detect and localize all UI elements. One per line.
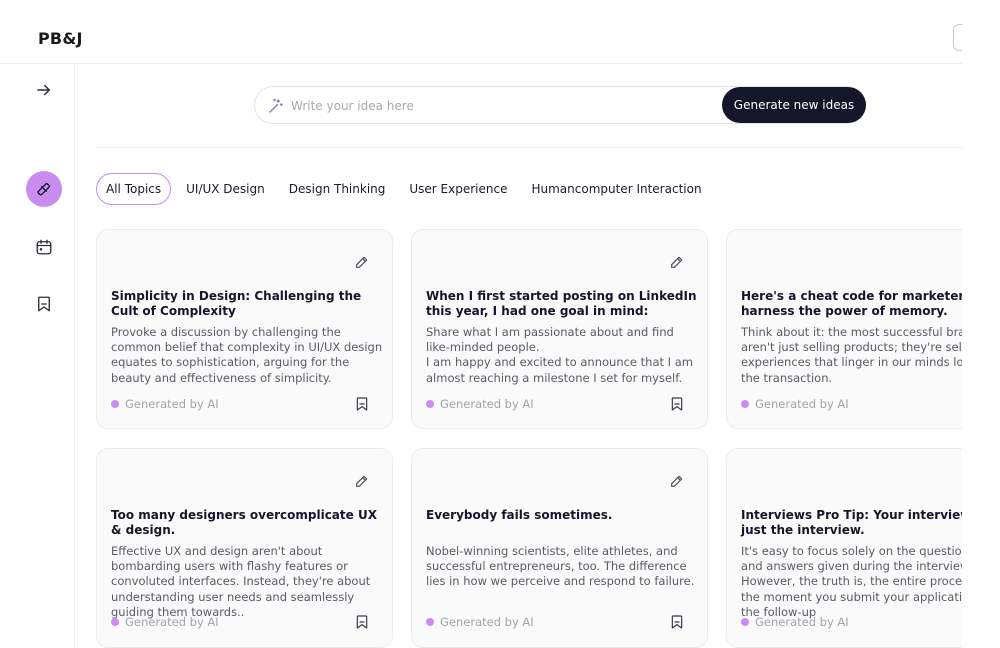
expand-sidebar-button[interactable] [26, 72, 62, 108]
idea-card[interactable]: Too many designers overcomplicate UX & d… [96, 448, 393, 648]
tab-design-thinking[interactable]: Design Thinking [277, 173, 398, 205]
tab-ui-ux-design[interactable]: UI/UX Design [174, 173, 277, 205]
brand-logo[interactable]: PB&J [38, 29, 83, 48]
ai-indicator-dot [741, 400, 749, 408]
header-action-button[interactable] [953, 24, 962, 51]
card-footer-label: Generated by AI [125, 615, 219, 629]
card-body: It's easy to focus solely on the questio… [741, 544, 962, 619]
card-title: Too many designers overcomplicate UX & d… [111, 508, 377, 537]
idea-input[interactable] [291, 96, 711, 116]
bookmark-icon[interactable] [354, 395, 370, 413]
card-footer-label: Generated by AI [440, 397, 534, 411]
card-footer-label: Generated by AI [755, 397, 849, 411]
bookmark-icon [38, 296, 50, 312]
idea-card[interactable]: Everybody fails sometimes. Nobel-winning… [411, 448, 708, 648]
tab-humancomputer-interaction[interactable]: Humancomputer Interaction [519, 173, 713, 205]
bookmark-icon[interactable] [669, 395, 685, 413]
app-viewport: PB&J Generate new ideas All Topics UI/UX… [0, 0, 962, 648]
pencil-icon[interactable] [669, 473, 685, 489]
ai-indicator-dot [741, 618, 749, 626]
pencil-icon[interactable] [669, 254, 685, 270]
sidebar-item-calendar[interactable] [26, 229, 62, 265]
wand-icon [37, 182, 51, 196]
pencil-icon[interactable] [354, 254, 370, 270]
tab-all-topics[interactable]: All Topics [96, 173, 172, 205]
card-body: Provoke a discussion by challenging the … [111, 325, 383, 385]
card-footer-label: Generated by AI [125, 397, 219, 411]
generate-ideas-button[interactable]: Generate new ideas [722, 87, 866, 123]
card-body: Think about it: the most successful bran… [741, 325, 962, 385]
top-header: PB&J [0, 0, 962, 64]
magic-wand-icon [269, 98, 283, 113]
bookmark-icon[interactable] [669, 613, 685, 631]
calendar-icon [36, 239, 52, 255]
card-title: Simplicity in Design: Challenging the Cu… [111, 289, 362, 318]
sidebar-item-ideas[interactable] [26, 171, 62, 207]
pencil-icon[interactable] [354, 473, 370, 489]
ai-indicator-dot [426, 618, 434, 626]
card-footer-label: Generated by AI [440, 615, 534, 629]
content-divider [96, 147, 962, 148]
ai-indicator-dot [426, 400, 434, 408]
card-body: Nobel-winning scientists, elite athletes… [426, 544, 695, 589]
card-body: Share what I am passionate about and fin… [426, 325, 693, 385]
bookmark-icon[interactable] [354, 613, 370, 631]
card-footer-label: Generated by AI [755, 615, 849, 629]
ai-indicator-dot [111, 400, 119, 408]
idea-card[interactable]: When I first started posting on LinkedIn… [411, 229, 708, 429]
idea-card[interactable]: Interviews Pro Tip: Your interview isn't… [726, 448, 962, 648]
topic-tabs: All Topics UI/UX Design Design Thinking … [96, 173, 714, 205]
arrow-right-icon [37, 84, 50, 96]
tab-user-experience[interactable]: User Experience [397, 173, 519, 205]
sidebar [0, 64, 75, 648]
card-title: Interviews Pro Tip: Your interview isn't… [741, 508, 962, 537]
sidebar-item-saved[interactable] [26, 286, 62, 322]
card-body: Effective UX and design aren't about bom… [111, 544, 371, 619]
ai-indicator-dot [111, 618, 119, 626]
idea-card[interactable]: Here's a cheat code for marketers: harne… [726, 229, 962, 429]
card-title: Here's a cheat code for marketers: harne… [741, 289, 962, 318]
card-title: Everybody fails sometimes. [426, 508, 613, 522]
card-title: When I first started posting on LinkedIn… [426, 289, 697, 318]
idea-card[interactable]: Simplicity in Design: Challenging the Cu… [96, 229, 393, 429]
